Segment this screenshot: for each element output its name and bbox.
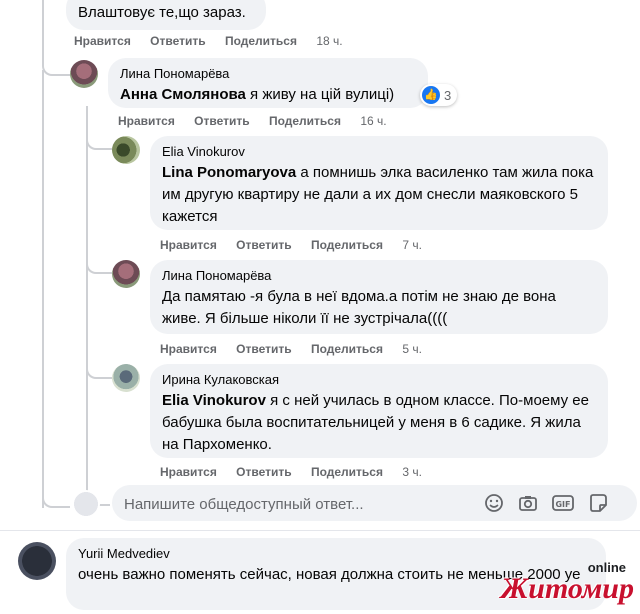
svg-text:GIF: GIF: [555, 500, 570, 509]
comment-actions-top: Нравится Ответить Поделиться 18 ч.: [74, 34, 359, 48]
like-link[interactable]: Нравится: [160, 465, 217, 479]
reply-input[interactable]: [122, 485, 456, 523]
reply-link[interactable]: Ответить: [194, 114, 249, 128]
comment-text: я живу на цій вулиці): [245, 86, 395, 103]
comment-bubble: Лина Пономарёва Да памятаю -я була в неї…: [150, 260, 608, 334]
reply-link[interactable]: Ответить: [236, 342, 291, 356]
mention-link[interactable]: Lina Ponomaryova: [162, 164, 296, 181]
comment-author[interactable]: Elia Vinokurov: [162, 144, 596, 159]
reply-box: GIF: [112, 485, 637, 523]
avatar[interactable]: [112, 260, 140, 288]
comment-bubble-top: Влаштовує те,що зараз.: [66, 0, 266, 30]
like-link[interactable]: Нравится: [74, 34, 131, 48]
thread-line: [86, 355, 112, 379]
like-link[interactable]: Нравится: [160, 238, 217, 252]
like-link[interactable]: Нравится: [118, 114, 175, 128]
thread-line: [42, 70, 44, 508]
comment-author[interactable]: Ирина Кулаковская: [162, 372, 596, 387]
timestamp: 18 ч.: [316, 34, 343, 48]
sticker-icon[interactable]: [588, 493, 608, 513]
timestamp: 3 ч.: [402, 465, 422, 479]
watermark-main: Житомир: [500, 572, 634, 605]
thread-line: [42, 0, 72, 76]
watermark-logo: online Житомир: [501, 561, 634, 604]
reply-link[interactable]: Ответить: [236, 465, 291, 479]
mention-link[interactable]: Анна Смолянова: [120, 86, 246, 103]
like-link[interactable]: Нравится: [160, 342, 217, 356]
avatar[interactable]: [112, 364, 140, 392]
camera-icon[interactable]: [518, 493, 538, 513]
share-link[interactable]: Поделиться: [311, 238, 383, 252]
comment-bubble: Elia Vinokurov Lina Ponomaryova а помниш…: [150, 136, 608, 230]
avatar: [72, 490, 100, 518]
share-link[interactable]: Поделиться: [225, 34, 297, 48]
gif-icon[interactable]: GIF: [552, 495, 574, 515]
timestamp: 16 ч.: [360, 114, 387, 128]
comment-text: Да памятаю -я була в неї вдома.а потім н…: [162, 288, 556, 327]
share-link[interactable]: Поделиться: [311, 465, 383, 479]
timestamp: 5 ч.: [402, 342, 422, 356]
comment-actions: Нравится Ответить Поделиться 16 ч.: [118, 114, 403, 128]
comment-bubble: Лина Пономарёва Анна Смолянова я живу на…: [108, 58, 428, 108]
avatar[interactable]: [70, 60, 98, 88]
comment-author[interactable]: Yurii Medvediev: [78, 546, 594, 561]
thread-line: [86, 250, 112, 274]
divider: [0, 530, 640, 531]
comment-text: Влаштовує те,що зараз.: [78, 4, 246, 21]
comment-author[interactable]: Лина Пономарёва: [162, 268, 596, 283]
like-icon: 👍: [422, 86, 440, 104]
share-link[interactable]: Поделиться: [311, 342, 383, 356]
comment-bubble: Ирина Кулаковская Elia Vinokurov я с ней…: [150, 364, 608, 458]
reply-link[interactable]: Ответить: [236, 238, 291, 252]
thread-line: [86, 106, 88, 506]
avatar[interactable]: [112, 136, 140, 164]
comment-actions: Нравится Ответить Поделиться 5 ч.: [160, 342, 438, 356]
timestamp: 7 ч.: [402, 238, 422, 252]
comment-author[interactable]: Лина Пономарёва: [120, 66, 416, 81]
emoji-icon[interactable]: [484, 493, 504, 513]
avatar[interactable]: [18, 542, 56, 580]
reply-link[interactable]: Ответить: [150, 34, 205, 48]
comment-actions: Нравится Ответить Поделиться 3 ч.: [160, 465, 438, 479]
mention-link[interactable]: Elia Vinokurov: [162, 392, 266, 409]
reaction-badge[interactable]: 👍 3: [420, 84, 458, 106]
share-link[interactable]: Поделиться: [269, 114, 341, 128]
reaction-count: 3: [444, 87, 452, 103]
thread-line: [42, 486, 70, 508]
thread-line: [86, 126, 112, 150]
comment-actions: Нравится Ответить Поделиться 7 ч.: [160, 238, 438, 252]
